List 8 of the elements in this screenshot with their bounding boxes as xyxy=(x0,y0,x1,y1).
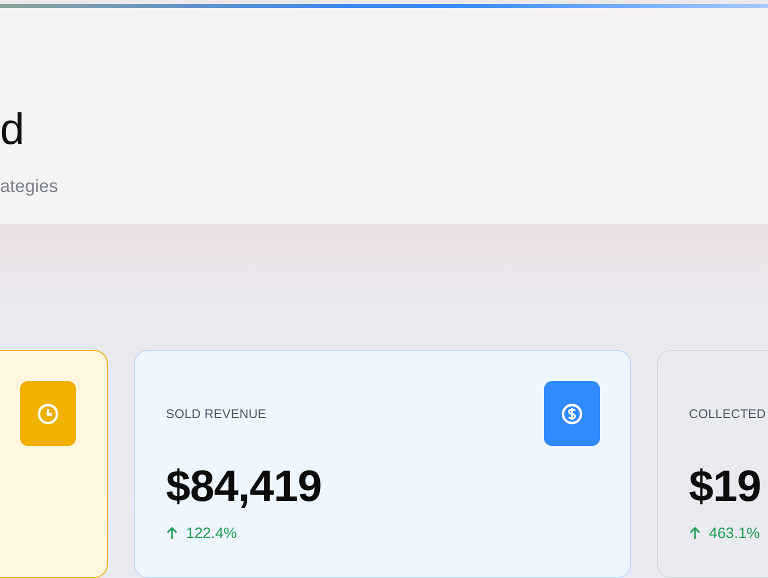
change-percent: 122.4% xyxy=(186,524,237,542)
stat-value: $19 xyxy=(689,461,762,513)
stat-label: SOLD REVENUE xyxy=(166,406,266,420)
stat-value: $84,419 xyxy=(166,461,323,513)
stat-label: COLLECTED xyxy=(689,406,766,420)
page-subtitle: ategies xyxy=(0,175,60,198)
change-percent: 463.1% xyxy=(709,524,760,542)
page-title: d xyxy=(0,104,26,156)
